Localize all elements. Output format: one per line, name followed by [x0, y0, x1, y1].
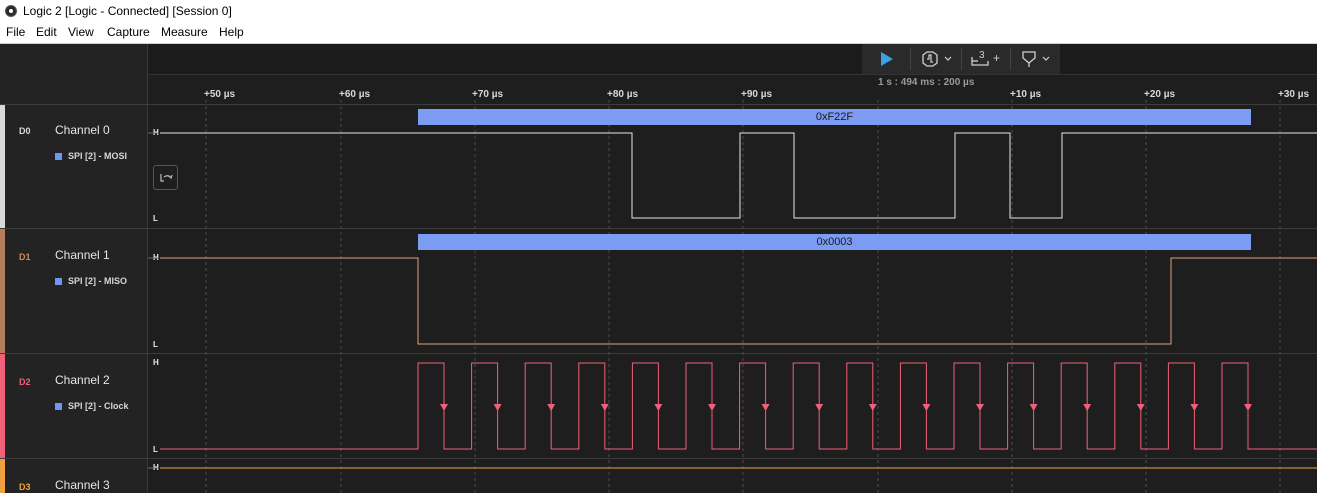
falling-edge-marker [1136, 404, 1145, 411]
channel-0-waveform [160, 132, 1317, 219]
falling-edge-marker [493, 404, 502, 411]
falling-edge-marker [1029, 404, 1038, 411]
falling-edge-marker [1190, 404, 1199, 411]
falling-edge-marker [708, 404, 716, 411]
clock-edge-markers [440, 404, 1252, 411]
falling-edge-marker [976, 404, 984, 411]
falling-edge-marker [600, 404, 609, 411]
falling-edge-marker [440, 404, 448, 411]
channel-1-waveform [160, 257, 1317, 345]
falling-edge-marker [868, 404, 877, 411]
falling-edge-marker [1244, 404, 1252, 411]
falling-edge-marker [547, 404, 556, 411]
time-gridlines [205, 100, 1281, 493]
falling-edge-marker [815, 404, 824, 411]
falling-edge-marker [922, 404, 931, 411]
falling-edge-marker [761, 404, 770, 411]
falling-edge-marker [654, 404, 663, 411]
falling-edge-marker [1083, 404, 1092, 411]
mosi-decode-bubble[interactable]: 0xF22F [418, 109, 1251, 125]
miso-decode-bubble[interactable]: 0x0003 [418, 234, 1251, 250]
